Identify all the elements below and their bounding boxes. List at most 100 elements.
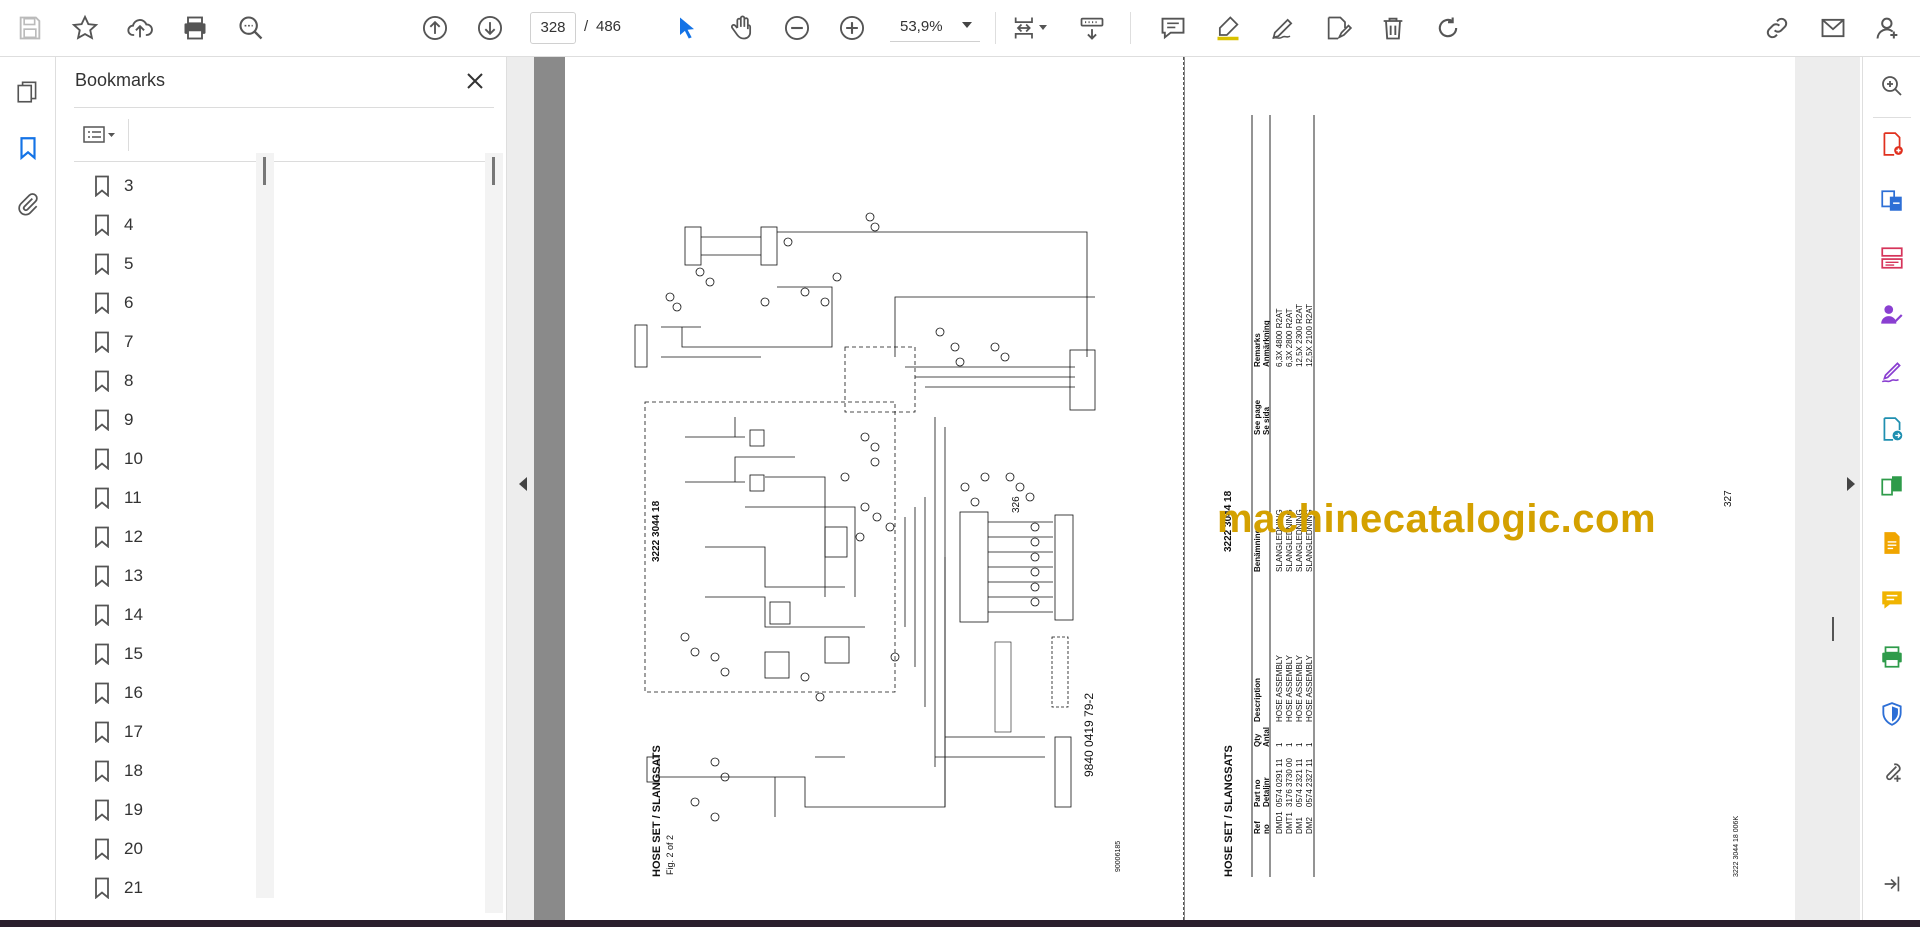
create-pdf-icon[interactable] — [1875, 127, 1909, 161]
close-icon[interactable] — [461, 67, 489, 95]
table-cell-desc: HOSE ASSEMBLY — [1285, 655, 1294, 722]
bookmark-label: 5 — [124, 254, 134, 273]
panel-resize-grip[interactable] — [1832, 617, 1834, 641]
more-tools-icon[interactable] — [1875, 754, 1909, 788]
bookmark-icon — [95, 253, 109, 275]
account-icon[interactable] — [1868, 8, 1908, 48]
bookmark-list-scrollbar[interactable] — [256, 153, 274, 898]
upload-cloud-icon[interactable] — [120, 8, 160, 48]
header-ref: Ref — [1253, 821, 1262, 834]
bookmark-icon — [95, 292, 109, 314]
bookmark-item[interactable]: 11 — [94, 479, 474, 518]
organize-pages-icon[interactable] — [1875, 241, 1909, 275]
bookmark-item[interactable]: 10 — [94, 440, 474, 479]
bookmark-item[interactable]: 6 — [94, 284, 474, 323]
bookmark-item[interactable]: 12 — [94, 518, 474, 557]
bookmark-item[interactable]: 17 — [94, 713, 474, 752]
bookmark-item[interactable]: 14 — [94, 596, 474, 635]
header-remarks-sub: Anmärkning — [1262, 320, 1271, 367]
bookmark-label: 21 — [124, 878, 143, 897]
bookmarks-panel-icon[interactable] — [11, 131, 45, 165]
header-remarks: Remarks — [1253, 333, 1262, 367]
page-divider — [1183, 57, 1184, 920]
scrollbar-thumb[interactable] — [263, 157, 266, 185]
drawing-number: 9840 0419 79-2 — [1082, 692, 1096, 777]
draw-icon[interactable] — [1263, 8, 1303, 48]
bookmark-label: 4 — [124, 215, 134, 234]
bookmark-item[interactable]: 20 — [94, 830, 474, 869]
table-cell-qty: 1 — [1305, 742, 1314, 747]
bookmark-item[interactable]: 16 — [94, 674, 474, 713]
bookmark-icon — [95, 487, 109, 509]
page-thumbnails-icon[interactable] — [11, 75, 45, 109]
attachments-icon[interactable] — [11, 187, 45, 221]
save-icon[interactable] — [10, 8, 50, 48]
bookmark-icon — [95, 760, 109, 782]
table-cell-qty: 1 — [1275, 742, 1284, 747]
collapse-left-panel-icon[interactable] — [519, 477, 527, 491]
print-production-icon[interactable] — [1875, 640, 1909, 674]
bookmark-icon — [95, 877, 109, 899]
table-cell-ref: DMD1 — [1275, 811, 1284, 834]
bookmark-label: 7 — [124, 332, 134, 351]
search-zoom-icon[interactable] — [231, 8, 271, 48]
bookmark-star-icon[interactable] — [65, 8, 105, 48]
share-link-icon[interactable] — [1757, 8, 1797, 48]
panel-title: Bookmarks — [75, 70, 166, 90]
expand-right-panel-icon[interactable] — [1847, 477, 1855, 491]
header-part-sub: Detaljnr — [1262, 777, 1271, 807]
page-down-icon[interactable] — [470, 8, 510, 48]
export-pdf-icon[interactable] — [1875, 184, 1909, 218]
bookmark-icon — [95, 175, 109, 197]
tools-rail — [1862, 57, 1920, 920]
bookmark-item[interactable]: 8 — [94, 362, 474, 401]
comment-icon[interactable] — [1875, 583, 1909, 617]
scrollbar-thumb[interactable] — [492, 157, 495, 185]
chevron-down-icon[interactable] — [1039, 25, 1047, 30]
collapse-panel-icon[interactable] — [1875, 867, 1909, 901]
document-viewport[interactable]: 3222 3044 18 HOSE SET / SLANGSATS Fig. 2… — [507, 57, 1860, 920]
protect-icon[interactable] — [1875, 697, 1909, 731]
fill-sign-icon[interactable] — [1875, 355, 1909, 389]
header-see-page: See page — [1253, 399, 1262, 435]
footer-code: 3222 3044 18 006K — [1733, 815, 1740, 877]
bookmark-options-button[interactable] — [74, 117, 126, 151]
bookmark-item[interactable]: 3 — [94, 167, 474, 206]
table-cell-part: 0574 0291 11 — [1275, 758, 1284, 807]
zoom-icon[interactable] — [1875, 69, 1909, 103]
bookmark-item[interactable]: 13 — [94, 557, 474, 596]
highlight-icon[interactable] — [1208, 8, 1248, 48]
comment-icon[interactable] — [1153, 8, 1193, 48]
request-signature-icon[interactable] — [1875, 298, 1909, 332]
bookmark-item[interactable]: 18 — [94, 752, 474, 791]
rotate-icon[interactable] — [1428, 8, 1468, 48]
hand-tool-icon[interactable] — [722, 8, 762, 48]
select-cursor-icon[interactable] — [667, 8, 707, 48]
panel-scrollbar[interactable] — [485, 153, 503, 913]
bookmark-icon — [95, 370, 109, 392]
page-heading: HOSE SET / SLANGSATS — [651, 745, 663, 877]
bookmark-item[interactable]: 19 — [94, 791, 474, 830]
zoom-out-icon[interactable] — [777, 8, 817, 48]
edit-pdf-icon[interactable] — [1875, 526, 1909, 560]
bookmark-item[interactable]: 21 — [94, 869, 474, 908]
table-cell-part: 0574 2321 11 — [1295, 758, 1304, 807]
page-number-input[interactable]: 328 — [530, 12, 576, 44]
scroll-mode-icon[interactable] — [1072, 8, 1112, 48]
bookmark-item[interactable]: 7 — [94, 323, 474, 362]
fill-sign-icon[interactable] — [1318, 8, 1358, 48]
bookmark-item[interactable]: 15 — [94, 635, 474, 674]
email-icon[interactable] — [1813, 8, 1853, 48]
send-review-icon[interactable] — [1875, 412, 1909, 446]
bookmark-item[interactable]: 9 — [94, 401, 474, 440]
delete-icon[interactable] — [1373, 8, 1413, 48]
zoom-in-icon[interactable] — [832, 8, 872, 48]
compare-icon[interactable] — [1875, 469, 1909, 503]
bookmark-item[interactable]: 4 — [94, 206, 474, 245]
table-cell-desc: HOSE ASSEMBLY — [1295, 655, 1304, 722]
page-up-icon[interactable] — [415, 8, 455, 48]
print-icon[interactable] — [175, 8, 215, 48]
bookmark-item[interactable]: 5 — [94, 245, 474, 284]
chevron-down-icon[interactable] — [962, 22, 972, 28]
bookmark-label: 11 — [124, 488, 142, 507]
